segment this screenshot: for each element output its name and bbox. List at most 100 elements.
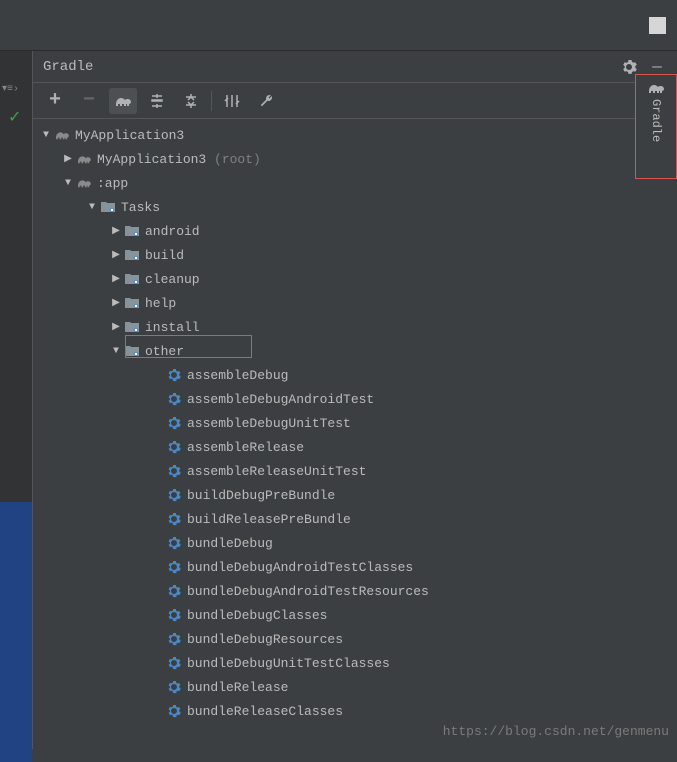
disclosure-arrow[interactable] xyxy=(61,178,75,189)
node-label: install xyxy=(145,320,200,335)
task-group-build[interactable]: build xyxy=(33,243,677,267)
gear-icon xyxy=(165,367,183,383)
gradle-toolbar: + − xyxy=(33,83,677,119)
folder-gear-icon xyxy=(123,247,141,263)
task-bundleDebugClasses[interactable]: bundleDebugClasses xyxy=(33,603,677,627)
task-group-android[interactable]: android xyxy=(33,219,677,243)
add-button[interactable]: + xyxy=(41,88,69,114)
folder-gear-icon xyxy=(123,343,141,359)
task-bundleDebugAndroidTestClasses[interactable]: bundleDebugAndroidTestClasses xyxy=(33,555,677,579)
folder-gear-icon xyxy=(123,223,141,239)
node-label: bundleDebugAndroidTestResources xyxy=(187,584,429,599)
expand-all-icon[interactable] xyxy=(143,88,171,114)
gradle-panel: Gradle — + − xyxy=(32,51,677,749)
task-group-help[interactable]: help xyxy=(33,291,677,315)
node-label: MyApplication3 xyxy=(75,128,184,143)
panel-header: Gradle — xyxy=(33,51,677,83)
gradle-tree[interactable]: MyApplication3 MyApplication3 (root) :ap… xyxy=(33,119,677,749)
node-label: bundleRelease xyxy=(187,680,288,695)
node-label: cleanup xyxy=(145,272,200,287)
tasks-folder[interactable]: Tasks xyxy=(33,195,677,219)
elephant-icon xyxy=(53,127,71,143)
gear-icon xyxy=(165,703,183,719)
gear-icon xyxy=(165,487,183,503)
remove-button: − xyxy=(75,88,103,114)
gear-icon xyxy=(165,391,183,407)
task-bundleReleaseClasses[interactable]: bundleReleaseClasses xyxy=(33,699,677,723)
gear-icon xyxy=(165,535,183,551)
gear-icon xyxy=(165,655,183,671)
task-buildDebugPreBundle[interactable]: buildDebugPreBundle xyxy=(33,483,677,507)
wrench-icon[interactable] xyxy=(252,88,280,114)
node-label: help xyxy=(145,296,176,311)
avatar[interactable] xyxy=(649,17,666,34)
folder-gear-icon xyxy=(123,271,141,287)
task-assembleDebugAndroidTest[interactable]: assembleDebugAndroidTest xyxy=(33,387,677,411)
task-group-install[interactable]: install xyxy=(33,315,677,339)
disclosure-arrow[interactable] xyxy=(109,297,123,309)
node-label: :app xyxy=(97,176,128,191)
gear-icon xyxy=(165,607,183,623)
check-icon: ✓ xyxy=(8,107,21,127)
disclosure-arrow[interactable] xyxy=(61,153,75,165)
project-root[interactable]: MyApplication3 xyxy=(33,123,677,147)
node-label: bundleReleaseClasses xyxy=(187,704,343,719)
elephant-icon[interactable] xyxy=(109,88,137,114)
task-assembleDebugUnitTest[interactable]: assembleDebugUnitTest xyxy=(33,411,677,435)
node-label: bundleDebug xyxy=(187,536,273,551)
folder-gear-icon xyxy=(123,295,141,311)
task-bundleDebugAndroidTestResources[interactable]: bundleDebugAndroidTestResources xyxy=(33,579,677,603)
disclosure-arrow[interactable] xyxy=(109,273,123,285)
folder-gear-icon xyxy=(99,199,117,215)
project-root-module[interactable]: MyApplication3 (root) xyxy=(33,147,677,171)
node-label: other xyxy=(145,344,184,359)
task-buildReleasePreBundle[interactable]: buildReleasePreBundle xyxy=(33,507,677,531)
offline-icon[interactable] xyxy=(218,88,246,114)
node-label: bundleDebugResources xyxy=(187,632,343,647)
disclosure-arrow[interactable] xyxy=(109,249,123,261)
task-group-other[interactable]: other xyxy=(33,339,677,363)
task-assembleReleaseUnitTest[interactable]: assembleReleaseUnitTest xyxy=(33,459,677,483)
task-group-cleanup[interactable]: cleanup xyxy=(33,267,677,291)
node-label: build xyxy=(145,248,184,263)
gear-icon xyxy=(165,559,183,575)
disclosure-arrow[interactable] xyxy=(39,130,53,141)
task-assembleRelease[interactable]: assembleRelease xyxy=(33,435,677,459)
gradle-side-tab[interactable]: Gradle xyxy=(635,74,677,179)
task-bundleDebugResources[interactable]: bundleDebugResources xyxy=(33,627,677,651)
disclosure-arrow[interactable] xyxy=(109,321,123,333)
collapse-all-icon[interactable] xyxy=(177,88,205,114)
editor-gutter: ▾≡› ✓ *.j ib-j .2' ain 1.2 o:e 或后可 eet 以… xyxy=(0,51,32,749)
gear-icon xyxy=(165,463,183,479)
gear-icon xyxy=(165,415,183,431)
folder-gear-icon xyxy=(123,319,141,335)
gear-icon xyxy=(165,679,183,695)
elephant-icon xyxy=(75,151,93,167)
node-label: assembleDebug xyxy=(187,368,288,383)
task-bundleRelease[interactable]: bundleRelease xyxy=(33,675,677,699)
node-label: assembleDebugAndroidTest xyxy=(187,392,374,407)
elephant-icon xyxy=(75,175,93,191)
node-label: assembleRelease xyxy=(187,440,304,455)
node-label: assembleReleaseUnitTest xyxy=(187,464,366,479)
node-label: android xyxy=(145,224,200,239)
titlebar xyxy=(0,0,677,51)
panel-title: Gradle xyxy=(43,59,611,75)
node-label: MyApplication3 (root) xyxy=(97,152,261,167)
disclosure-arrow[interactable] xyxy=(109,225,123,237)
node-label: buildDebugPreBundle xyxy=(187,488,335,503)
task-bundleDebug[interactable]: bundleDebug xyxy=(33,531,677,555)
task-bundleDebugUnitTestClasses[interactable]: bundleDebugUnitTestClasses xyxy=(33,651,677,675)
gear-icon xyxy=(165,631,183,647)
gear-icon xyxy=(165,439,183,455)
gear-icon xyxy=(165,511,183,527)
disclosure-arrow[interactable] xyxy=(85,202,99,213)
node-label: buildReleasePreBundle xyxy=(187,512,351,527)
disclosure-arrow[interactable] xyxy=(109,346,123,357)
module-app[interactable]: :app xyxy=(33,171,677,195)
task-assembleDebug[interactable]: assembleDebug xyxy=(33,363,677,387)
node-label: bundleDebugAndroidTestClasses xyxy=(187,560,413,575)
gear-icon xyxy=(165,583,183,599)
node-label: bundleDebugClasses xyxy=(187,608,327,623)
node-label: Tasks xyxy=(121,200,160,215)
